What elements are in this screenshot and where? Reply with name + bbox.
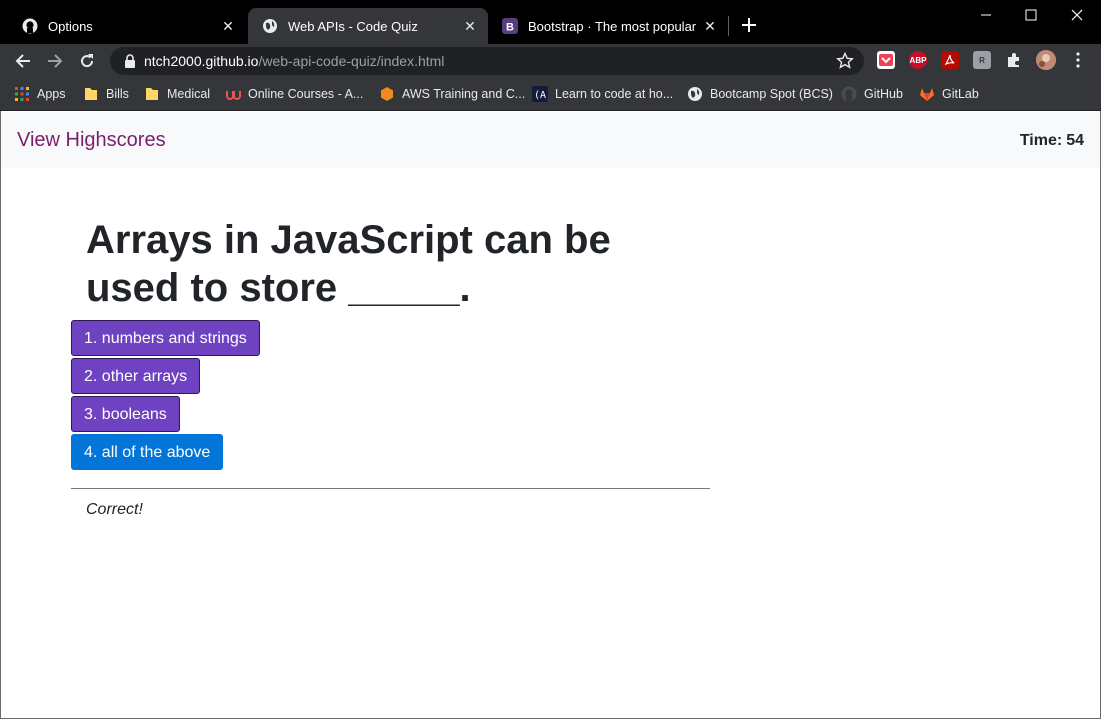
answer-feedback: Correct! <box>86 501 143 518</box>
bookmark-label: Bills <box>106 87 129 101</box>
gitlab-icon <box>919 86 935 102</box>
folder-icon <box>83 86 99 102</box>
view-highscores-link[interactable]: View Highscores <box>17 129 166 152</box>
close-tab-icon[interactable]: ✕ <box>462 18 478 34</box>
reload-button[interactable] <box>75 49 99 73</box>
puzzle-icon[interactable] <box>1005 51 1023 69</box>
address-bar[interactable]: ntch2000.github.io/web-api-code-quiz/ind… <box>110 47 864 75</box>
maximize-button[interactable] <box>1008 0 1054 30</box>
apps-grid-icon <box>14 86 30 102</box>
close-tab-icon[interactable]: ✕ <box>702 18 718 34</box>
timer: Time: 54 <box>1020 132 1084 150</box>
tab-options[interactable]: Options ✕ <box>8 8 246 44</box>
github-icon <box>841 86 857 102</box>
browser-toolbar: ntch2000.github.io/web-api-code-quiz/ind… <box>0 44 1101 78</box>
folder-icon <box>144 86 160 102</box>
udemy-icon <box>225 86 241 102</box>
bookmark-label: Bootcamp Spot (BCS) <box>710 87 833 101</box>
svg-text:B: B <box>506 22 514 34</box>
divider <box>71 488 710 489</box>
svg-text:(A): (A) <box>534 90 548 101</box>
pocket-icon[interactable] <box>877 51 895 69</box>
bookmark-codecademy[interactable]: (A) Learn to code at ho... <box>532 84 673 104</box>
bookmark-label: GitHub <box>864 87 903 101</box>
url-text: ntch2000.github.io/web-api-code-quiz/ind… <box>144 53 444 69</box>
bookmark-github[interactable]: GitHub <box>841 84 903 104</box>
globe-icon <box>687 86 703 102</box>
tab-title: Options <box>48 18 93 34</box>
bookmark-apps[interactable]: Apps <box>14 84 66 104</box>
url-path: /web-api-code-quiz/index.html <box>258 53 445 69</box>
aws-icon <box>379 86 395 102</box>
tab-title: Bootstrap · The most popular HTML <box>528 18 696 34</box>
bookmark-label: AWS Training and C... <box>402 87 526 101</box>
quiz-header-bar: View Highscores Time: 54 <box>1 112 1100 168</box>
timer-label: Time: <box>1019 132 1063 149</box>
globe-icon <box>262 18 278 34</box>
minimize-button[interactable] <box>963 0 1009 30</box>
new-tab-button[interactable] <box>738 14 760 36</box>
page-viewport: View Highscores Time: 54 Arrays in JavaSc… <box>1 112 1100 718</box>
bookmark-label: Online Courses - A... <box>248 87 364 101</box>
bookmark-label: Medical <box>167 87 211 101</box>
lock-icon <box>122 53 138 69</box>
answer-button-1[interactable]: 1. numbers and strings <box>71 320 260 356</box>
bookmarks-bar: Apps Bills Medical Online Courses - A...… <box>0 78 1101 111</box>
tab-title: Web APIs - Code Quiz <box>288 18 418 34</box>
tab-separator <box>728 16 729 36</box>
bookmark-label: Apps <box>37 87 66 101</box>
question-title: Arrays in JavaScript can be used to stor… <box>86 218 611 310</box>
forward-button[interactable] <box>43 49 67 73</box>
codecademy-icon: (A) <box>532 86 548 102</box>
timer-value: 54 <box>1066 132 1084 149</box>
adblock-plus-icon[interactable]: ABP <box>909 51 927 69</box>
back-button[interactable] <box>11 49 35 73</box>
bootstrap-icon: B <box>502 18 518 34</box>
extension-gray-icon[interactable]: R <box>973 51 991 69</box>
bookmark-bills[interactable]: Bills <box>83 84 129 104</box>
bookmark-online-courses[interactable]: Online Courses - A... <box>225 84 363 104</box>
bookmark-aws-training[interactable]: AWS Training and C... <box>379 84 525 104</box>
bookmark-label: GitLab <box>942 87 979 101</box>
bookmark-label: Learn to code at ho... <box>555 87 674 101</box>
answer-button-3[interactable]: 3. booleans <box>71 396 180 432</box>
bookmark-medical[interactable]: Medical <box>144 84 210 104</box>
bookmark-bootcamp-spot[interactable]: Bootcamp Spot (BCS) <box>687 84 833 104</box>
answer-button-4[interactable]: 4. all of the above <box>71 434 224 470</box>
chrome-menu-icon[interactable] <box>1069 51 1087 69</box>
tab-bootstrap[interactable]: B Bootstrap · The most popular HTML ✕ <box>488 8 728 44</box>
close-window-button[interactable] <box>1054 0 1100 30</box>
close-tab-icon[interactable]: ✕ <box>220 18 236 34</box>
bookmark-gitlab[interactable]: GitLab <box>919 84 979 104</box>
answer-button-2[interactable]: 2. other arrays <box>71 358 201 394</box>
answer-list: 1. numbers and strings 2. other arrays 3… <box>71 320 260 472</box>
tab-strip: Options ✕ Web APIs - Code Quiz ✕ B Boots… <box>0 0 1101 44</box>
acrobat-icon[interactable] <box>941 51 959 69</box>
bookmark-star-icon[interactable] <box>836 51 854 70</box>
url-host: ntch2000.github.io <box>144 53 259 69</box>
tab-web-apis-code-quiz[interactable]: Web APIs - Code Quiz ✕ <box>248 8 488 44</box>
profile-avatar[interactable] <box>1036 50 1056 70</box>
github-icon <box>22 18 38 34</box>
